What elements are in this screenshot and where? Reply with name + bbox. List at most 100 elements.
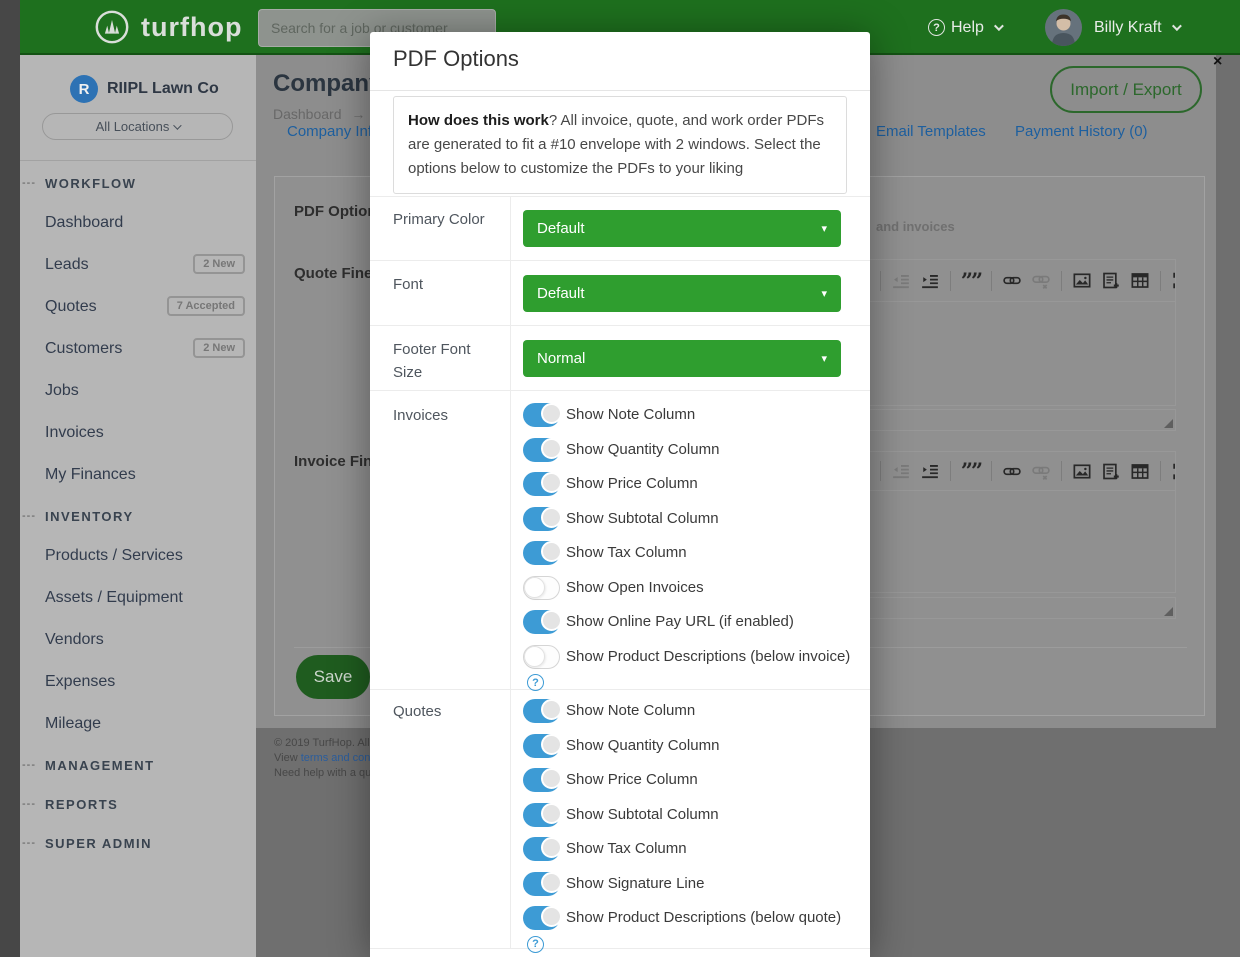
toggle-show-subtotal-column[interactable]	[523, 803, 560, 827]
sidebar-item-mileage[interactable]: Mileage	[45, 715, 250, 733]
import-export-button[interactable]: Import / Export	[1050, 66, 1202, 113]
sidebar-item-products-services[interactable]: Products / Services	[45, 547, 250, 565]
sidebar-item-vendors[interactable]: Vendors	[45, 631, 250, 649]
toggle-row: Show Quantity Column	[523, 733, 853, 759]
toggle-show-product-descriptions-quote[interactable]	[523, 906, 560, 930]
outdent-icon[interactable]	[892, 272, 910, 290]
toolbar-separator	[991, 271, 992, 291]
breadcrumb-arrow-icon: →	[351, 106, 365, 122]
toggle-show-note-column[interactable]	[523, 403, 560, 427]
toggle-show-price-column[interactable]	[523, 768, 560, 792]
section-dashes-icon: ---	[22, 510, 36, 522]
toggle-row: Show Quantity Column	[523, 437, 853, 463]
toggle-row: Show Note Column	[523, 402, 853, 428]
indent-icon[interactable]	[921, 272, 939, 290]
outdent-icon[interactable]	[892, 462, 910, 480]
footer-font-size-dropdown[interactable]: Normal ▾	[523, 340, 841, 377]
help-menu[interactable]: ? Help	[928, 0, 1001, 55]
avatar	[1045, 9, 1082, 46]
breadcrumb-dashboard[interactable]: Dashboard	[273, 106, 342, 122]
section-dashes-icon: ---	[22, 177, 36, 189]
pdf-options-modal: PDF Options × How does this work? All in…	[370, 32, 870, 957]
chevron-down-icon	[994, 21, 1004, 31]
toolbar-separator	[880, 461, 881, 481]
invoices-toggle-group: Show Note Column Show Quantity Column Sh…	[523, 402, 853, 704]
insert-template-icon[interactable]	[1102, 272, 1120, 290]
sidebar-item-assets-equipment[interactable]: Assets / Equipment	[45, 589, 250, 607]
toggle-show-price-column[interactable]	[523, 472, 560, 496]
caret-down-icon: ▾	[821, 352, 827, 365]
blockquote-icon[interactable]: ””	[962, 462, 980, 480]
toggle-show-quantity-column[interactable]	[523, 734, 560, 758]
toggle-show-signature-line[interactable]	[523, 872, 560, 896]
sidebar: R RIIPL Lawn Co All Locations --- WORKFL…	[20, 55, 256, 957]
modal-intro-text: How does this work? All invoice, quote, …	[393, 96, 847, 194]
user-name: Billy Kraft	[1094, 19, 1162, 37]
row-divider	[370, 325, 870, 326]
maximize-icon[interactable]	[1172, 272, 1175, 290]
toggle-row: Show Subtotal Column	[523, 506, 853, 532]
sidebar-item-invoices[interactable]: Invoices	[45, 424, 250, 442]
sidebar-section-reports[interactable]: --- REPORTS	[45, 797, 118, 812]
link-icon[interactable]	[1003, 462, 1021, 480]
image-icon[interactable]	[1073, 272, 1091, 290]
primary-color-dropdown[interactable]: Default ▾	[523, 210, 841, 247]
caret-down-icon: ▾	[821, 287, 827, 300]
toggle-show-product-descriptions-invoice[interactable]	[523, 645, 560, 669]
table-icon[interactable]	[1131, 272, 1149, 290]
company-badge: R	[70, 75, 98, 103]
sidebar-section-super-admin[interactable]: --- SUPER ADMIN	[45, 836, 152, 851]
primary-color-label: Primary Color	[393, 208, 498, 231]
save-button[interactable]: Save	[296, 655, 370, 699]
indent-icon[interactable]	[921, 462, 939, 480]
turfhop-logo-icon	[93, 8, 131, 46]
sidebar-item-expenses[interactable]: Expenses	[45, 673, 250, 691]
unlink-icon[interactable]	[1032, 462, 1050, 480]
sidebar-item-my-finances[interactable]: My Finances	[45, 466, 250, 484]
toggle-row: Show Tax Column	[523, 540, 853, 566]
sidebar-item-dashboard[interactable]: Dashboard	[45, 214, 250, 232]
toggle-show-online-pay-url[interactable]	[523, 610, 560, 634]
sidebar-section-management[interactable]: --- MANAGEMENT	[45, 758, 155, 773]
toolbar-separator	[1061, 271, 1062, 291]
unlink-icon[interactable]	[1032, 272, 1050, 290]
tab-email-templates[interactable]: Email Templates	[876, 123, 986, 140]
resize-handle-icon[interactable]	[1164, 607, 1173, 616]
sidebar-item-quotes[interactable]: Quotes7 Accepted	[45, 298, 250, 316]
row-divider	[370, 390, 870, 391]
toggle-show-tax-column[interactable]	[523, 837, 560, 861]
insert-template-icon[interactable]	[1102, 462, 1120, 480]
sidebar-item-leads[interactable]: Leads2 New	[45, 256, 250, 274]
sidebar-section-inventory[interactable]: --- INVENTORY	[45, 509, 134, 524]
sidebar-section-workflow[interactable]: --- WORKFLOW	[45, 176, 136, 191]
blockquote-icon[interactable]: ””	[962, 272, 980, 290]
user-menu[interactable]: Billy Kraft	[1045, 0, 1179, 55]
toggle-show-quantity-column[interactable]	[523, 438, 560, 462]
resize-handle-icon[interactable]	[1164, 419, 1173, 428]
toggle-show-subtotal-column[interactable]	[523, 507, 560, 531]
toggle-show-tax-column[interactable]	[523, 541, 560, 565]
quotes-toggle-group: Show Note Column Show Quantity Column Sh…	[523, 698, 853, 957]
table-icon[interactable]	[1131, 462, 1149, 480]
toggle-show-open-invoices[interactable]	[523, 576, 560, 600]
sidebar-item-customers[interactable]: Customers2 New	[45, 340, 250, 358]
help-tooltip-icon[interactable]: ?	[527, 936, 544, 953]
font-dropdown[interactable]: Default ▾	[523, 275, 841, 312]
link-icon[interactable]	[1003, 272, 1021, 290]
toggle-show-note-column[interactable]	[523, 699, 560, 723]
leads-badge: 2 New	[193, 254, 245, 274]
help-tooltip-icon[interactable]: ?	[527, 674, 544, 691]
app-logo[interactable]: turfhop	[93, 8, 242, 46]
maximize-icon[interactable]	[1172, 462, 1175, 480]
font-label: Font	[393, 273, 498, 296]
image-icon[interactable]	[1073, 462, 1091, 480]
footer-font-size-label: Footer Font Size	[393, 338, 498, 384]
tab-payment-history[interactable]: Payment History (0)	[1015, 123, 1148, 140]
section-dashes-icon: ---	[22, 837, 36, 849]
sidebar-item-jobs[interactable]: Jobs	[45, 382, 250, 400]
location-selector[interactable]: All Locations	[42, 113, 233, 140]
toggle-row: Show Product Descriptions (below invoice…	[523, 644, 853, 696]
toggle-row: Show Online Pay URL (if enabled)	[523, 609, 853, 635]
toolbar-separator	[1061, 461, 1062, 481]
tab-company-info[interactable]: Company Info	[287, 123, 380, 140]
